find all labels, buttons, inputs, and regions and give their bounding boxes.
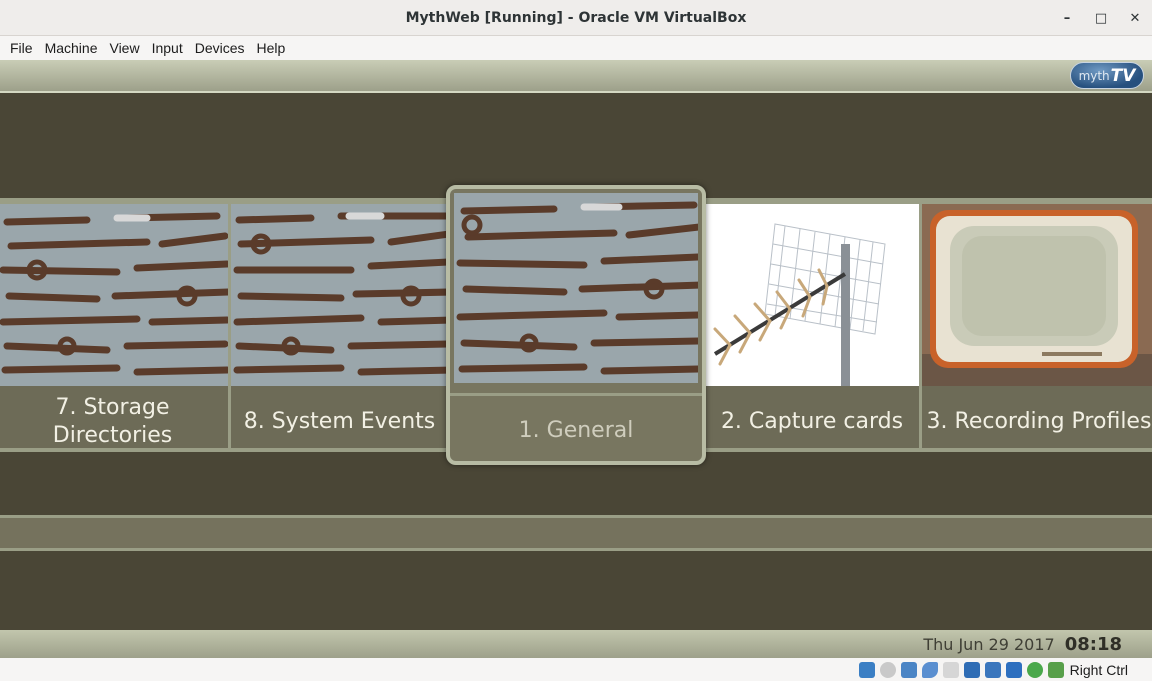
menu-item-label: 2. Capture cards bbox=[720, 409, 904, 434]
menu-devices[interactable]: Devices bbox=[189, 40, 251, 56]
menu-input[interactable]: Input bbox=[146, 40, 189, 56]
retro-tv-icon bbox=[922, 204, 1152, 386]
optical-drive-icon[interactable] bbox=[879, 661, 896, 678]
description-bar bbox=[0, 515, 1152, 551]
close-icon[interactable]: ✕ bbox=[1118, 11, 1152, 26]
usb-icon[interactable] bbox=[921, 661, 938, 678]
network-icon[interactable] bbox=[900, 661, 917, 678]
mouse-integration-icon[interactable] bbox=[1047, 661, 1064, 678]
menu-item-label: 1. General bbox=[450, 393, 702, 465]
display-icon[interactable] bbox=[963, 661, 980, 678]
mythtv-footer: Thu Jun 29 2017 08:18 bbox=[0, 630, 1152, 658]
current-date: Thu Jun 29 2017 bbox=[923, 634, 1055, 654]
host-key-label: Right Ctrl bbox=[1069, 661, 1128, 678]
mythtv-logo: myth TV bbox=[1070, 62, 1144, 89]
menu-item-system-events[interactable]: 8. System Events bbox=[228, 201, 451, 451]
menu-item-recording-profiles[interactable]: 3. Recording Profiles bbox=[919, 201, 1152, 451]
mythtv-header: myth TV bbox=[0, 60, 1152, 93]
guest-additions-icon[interactable] bbox=[1026, 661, 1043, 678]
menu-file[interactable]: File bbox=[4, 40, 39, 56]
window-title: MythWeb [Running] - Oracle VM VirtualBox bbox=[405, 9, 747, 26]
antenna-icon bbox=[705, 204, 919, 386]
logo-prefix: myth bbox=[1078, 68, 1110, 83]
vbox-statusbar: Right Ctrl bbox=[0, 658, 1152, 681]
window-titlebar[interactable]: MythWeb [Running] - Oracle VM VirtualBox… bbox=[0, 0, 1152, 36]
window-controls: – □ ✕ bbox=[1050, 0, 1152, 36]
menu-help[interactable]: Help bbox=[251, 40, 292, 56]
minimize-icon[interactable]: – bbox=[1050, 11, 1084, 26]
menu-item-capture-cards[interactable]: 2. Capture cards bbox=[702, 201, 922, 451]
menu-machine[interactable]: Machine bbox=[39, 40, 104, 56]
wrenches-icon bbox=[231, 204, 448, 386]
logo-suffix: TV bbox=[1110, 65, 1136, 86]
cpu-icon[interactable] bbox=[1005, 661, 1022, 678]
menu-item-label: 7. Storage Directories bbox=[52, 395, 173, 448]
menubar: File Machine View Input Devices Help bbox=[0, 36, 1152, 60]
menu-view[interactable]: View bbox=[103, 40, 145, 56]
wrenches-icon bbox=[0, 204, 228, 386]
vm-screen[interactable]: myth TV 7. Storage Directories 8. System… bbox=[0, 60, 1152, 658]
shared-folder-icon[interactable] bbox=[942, 661, 959, 678]
wrenches-icon bbox=[454, 193, 698, 383]
maximize-icon[interactable]: □ bbox=[1084, 11, 1118, 26]
hard-disk-icon[interactable] bbox=[858, 661, 875, 678]
video-capture-icon[interactable] bbox=[984, 661, 1001, 678]
menu-item-label: 3. Recording Profiles bbox=[926, 409, 1152, 434]
current-time: 08:18 bbox=[1064, 633, 1122, 655]
menu-item-general[interactable]: 1. General bbox=[446, 185, 706, 465]
menu-item-storage-directories[interactable]: 7. Storage Directories bbox=[0, 201, 231, 451]
menu-item-label: 8. System Events bbox=[243, 409, 436, 434]
